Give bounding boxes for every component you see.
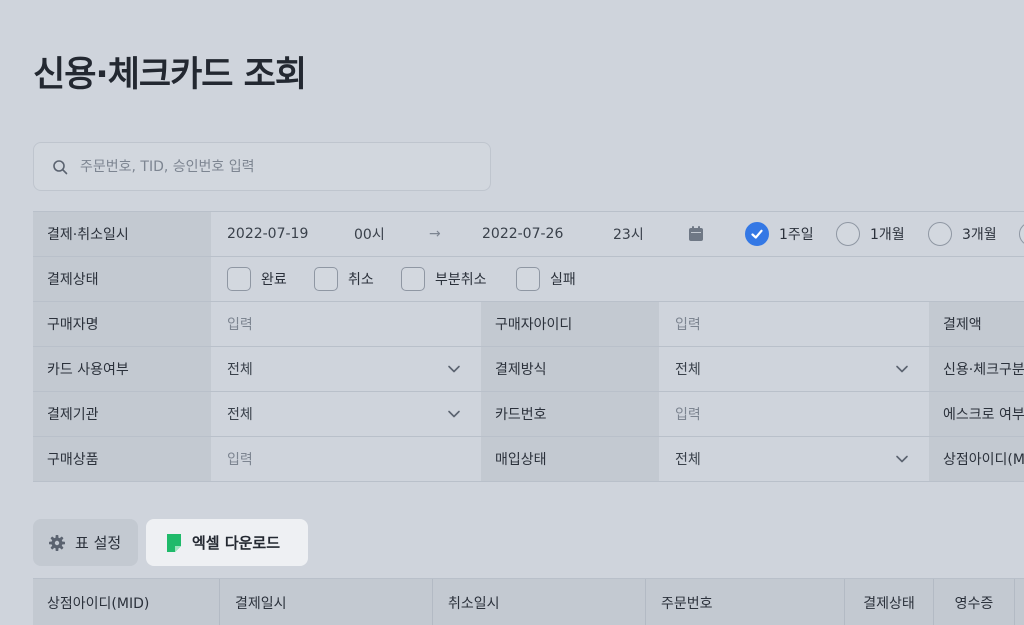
- status-checkbox-cancel[interactable]: 취소: [314, 257, 374, 301]
- purchase-status-select[interactable]: 전체: [659, 437, 929, 481]
- excel-download-label: 엑셀 다운로드: [192, 534, 281, 552]
- period-label: 1주일: [779, 227, 814, 243]
- end-hour-select[interactable]: 23시: [613, 212, 644, 256]
- period-radio-1month[interactable]: 1개월: [836, 212, 905, 256]
- checkbox-icon: [227, 267, 251, 291]
- chevron-down-icon[interactable]: [447, 407, 461, 421]
- filter-row-institution: 결제기관 전체 카드번호 입력 에스크로 여부: [33, 392, 1024, 437]
- filter-label-product: 구매상품: [33, 437, 211, 481]
- gear-icon: [49, 534, 65, 551]
- filter-row-datetime: 결제·취소일시 2022-07-19 00시 → 2022-07-26 23시 …: [33, 212, 1024, 257]
- card-usage-select[interactable]: 전체: [211, 347, 481, 391]
- buyer-name-input[interactable]: 입력: [211, 302, 481, 346]
- checkbox-label: 취소: [348, 272, 374, 288]
- filter-row-card-usage: 카드 사용여부 전체 결제방식 전체 신용·체크구분: [33, 347, 1024, 392]
- end-date-picker[interactable]: 2022-07-26: [482, 212, 563, 256]
- filter-row-buyer: 구매자명 입력 구매자아이디 입력 결제액: [33, 302, 1024, 347]
- status-checkbox-partial-cancel[interactable]: 부분취소: [401, 257, 487, 301]
- period-radio-3month[interactable]: 3개월: [928, 212, 997, 256]
- table-settings-button[interactable]: 표 설정: [33, 519, 138, 566]
- filter-label-buyer-name: 구매자명: [33, 302, 211, 346]
- date-range-arrow: →: [429, 226, 441, 242]
- filter-label-institution: 결제기관: [33, 392, 211, 436]
- status-checkbox-fail[interactable]: 실패: [516, 257, 576, 301]
- filter-label-datetime: 결제·취소일시: [33, 212, 211, 256]
- search-box[interactable]: [33, 142, 491, 191]
- search-input[interactable]: [80, 158, 490, 175]
- checkbox-icon: [314, 267, 338, 291]
- search-icon: [53, 159, 68, 174]
- column-header-mid[interactable]: 상점아이디(MID): [33, 579, 220, 625]
- filter-label-card-number: 카드번호: [481, 392, 659, 436]
- period-radio-1week[interactable]: 1주일: [745, 212, 814, 256]
- filter-label-status: 결제상태: [33, 257, 211, 301]
- excel-download-button[interactable]: 엑셀 다운로드: [146, 519, 308, 566]
- excel-file-icon: [167, 533, 181, 552]
- filter-label-card-usage: 카드 사용여부: [33, 347, 211, 391]
- column-header-payment-date[interactable]: 결제일시: [220, 579, 433, 625]
- chevron-down-icon[interactable]: [447, 362, 461, 376]
- chevron-down-icon[interactable]: [895, 362, 909, 376]
- radio-unchecked-icon: [1019, 222, 1024, 246]
- chevron-down-icon[interactable]: [895, 452, 909, 466]
- buyer-id-input[interactable]: 입력: [659, 302, 929, 346]
- payment-method-select[interactable]: 전체: [659, 347, 929, 391]
- filter-label-buyer-id: 구매자아이디: [481, 302, 659, 346]
- calendar-icon[interactable]: [687, 225, 705, 243]
- checkbox-label: 완료: [261, 272, 287, 288]
- filter-label-escrow: 에스크로 여부: [929, 392, 1024, 436]
- period-label: 3개월: [962, 227, 997, 243]
- checkbox-icon: [401, 267, 425, 291]
- radio-unchecked-icon: [928, 222, 952, 246]
- radio-checked-icon: [745, 222, 769, 246]
- filter-row-product: 구매상품 입력 매입상태 전체 상점아이디(MID): [33, 437, 1024, 482]
- start-date-picker[interactable]: 2022-07-19: [227, 212, 308, 256]
- product-input[interactable]: 입력: [211, 437, 481, 481]
- filter-label-payment-method: 결제방식: [481, 347, 659, 391]
- filter-panel: 결제·취소일시 2022-07-19 00시 → 2022-07-26 23시 …: [33, 211, 1024, 482]
- checkbox-icon: [516, 267, 540, 291]
- filter-label-purchase-status: 매입상태: [481, 437, 659, 481]
- start-hour-select[interactable]: 00시: [354, 212, 385, 256]
- checkbox-label: 부분취소: [435, 272, 487, 288]
- period-label: 1개월: [870, 227, 905, 243]
- column-header-order-number[interactable]: 주문번호: [646, 579, 845, 625]
- filter-label-amount: 결제액: [929, 302, 1024, 346]
- table-settings-label: 표 설정: [75, 534, 122, 552]
- filter-row-status: 결제상태 완료 취소 부분취소 실패: [33, 257, 1024, 302]
- results-table-header: 상점아이디(MID) 결제일시 취소일시 주문번호 결제상태 영수증: [33, 578, 1024, 625]
- column-header-cancel-date[interactable]: 취소일시: [433, 579, 646, 625]
- radio-unchecked-icon: [836, 222, 860, 246]
- page-title: 신용·체크카드 조회: [33, 55, 307, 95]
- column-header-receipt[interactable]: 영수증: [934, 579, 1015, 625]
- checkbox-label: 실패: [550, 272, 576, 288]
- period-radio-more[interactable]: [1019, 212, 1024, 256]
- filter-label-mid: 상점아이디(MID): [929, 437, 1024, 481]
- status-checkbox-complete[interactable]: 완료: [227, 257, 287, 301]
- column-header-payment-status[interactable]: 결제상태: [845, 579, 934, 625]
- institution-select[interactable]: 전체: [211, 392, 481, 436]
- card-number-input[interactable]: 입력: [659, 392, 929, 436]
- filter-label-credit-check-type: 신용·체크구분: [929, 347, 1024, 391]
